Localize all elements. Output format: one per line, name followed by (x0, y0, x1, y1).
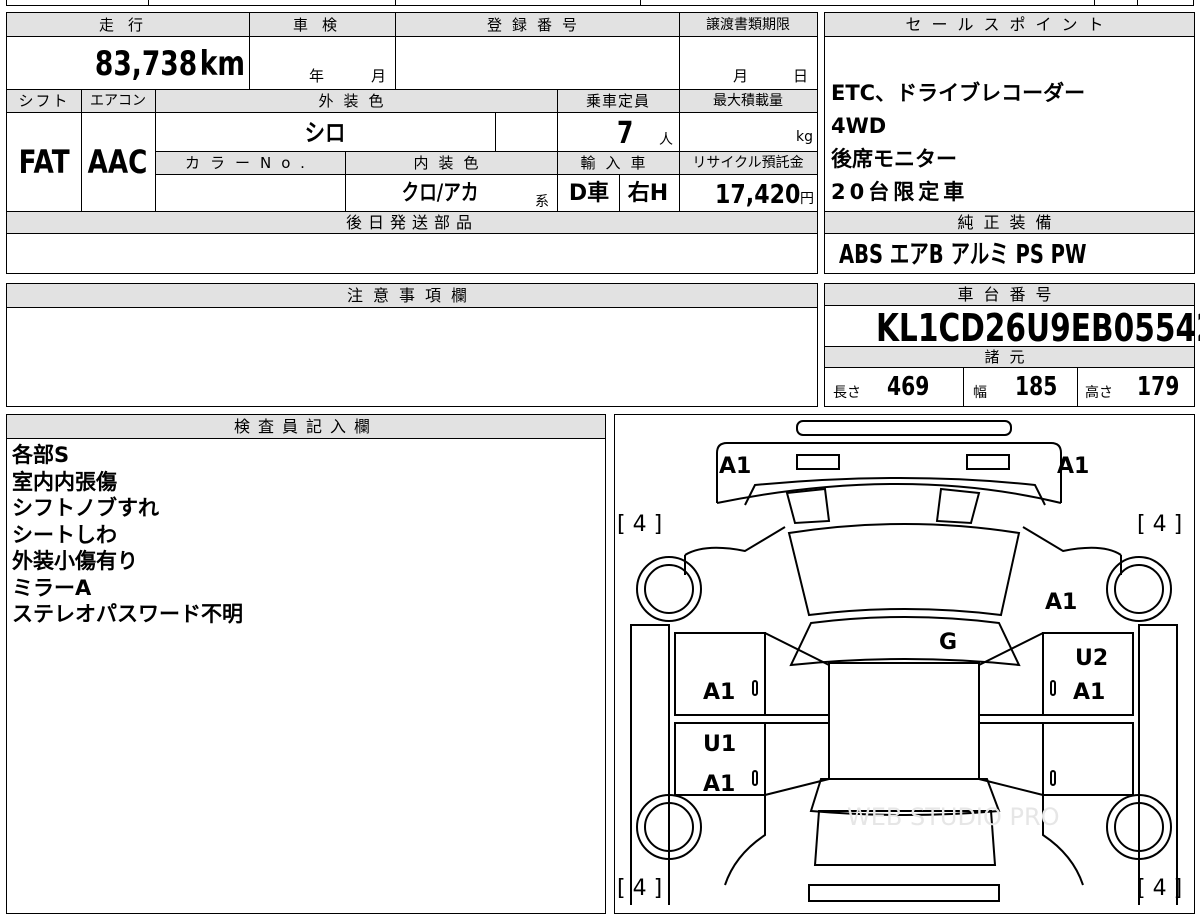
inspector-box: 検査員記入欄 各部S 室内内張傷 シフトノブすれ シートしわ 外装小傷有り ミラ… (6, 414, 606, 914)
sales-point-1: ETC、ドライブレコーダー (831, 81, 1086, 105)
max-load-value: kg (796, 129, 813, 145)
spec-height-label: 高さ (1085, 385, 1113, 401)
transfer-deadline-header: 譲渡書類期限 (706, 17, 790, 33)
spec-length-label: 長さ (833, 385, 861, 401)
aircon-header: エアコン (90, 93, 146, 109)
sales-point-box: セールスポイント ETC、ドライブレコーダー 4WD 後席モニター 20台限定車 (824, 12, 1195, 212)
exterior-color-header: 外装色 (318, 92, 394, 110)
mark-front-left: A1 (719, 454, 751, 479)
mileage-header: 走行 (98, 16, 157, 34)
import-header: 輸入車 (580, 154, 656, 172)
shaken-header: 車検 (292, 16, 351, 34)
sales-point-3: 後席モニター (831, 147, 957, 171)
vehicle-info-table: 走行 車検 登録番号 譲渡書類期限 83,738km 年 月 月 日 シフト エ… (6, 12, 818, 212)
mark-tire-top-right: [ 4 ] (1137, 512, 1182, 537)
equipment-value: ABS エアB アルミ PS PW (839, 240, 1087, 270)
inspector-notes: 各部S 室内内張傷 シフトノブすれ シートしわ 外装小傷有り ミラーA ステレオ… (12, 442, 243, 628)
specs-header: 諸元 (984, 348, 1035, 366)
mark-tire-bottom-left: [ 4 ] (617, 876, 662, 901)
car-diagram-box: WEB STUDIO PRO A1 A1 [ 4 ] [ 4 ] [ 4 ] [… (614, 414, 1195, 914)
spec-width-label: 幅 (973, 385, 987, 401)
mark-tire-bottom-right: [ 4 ] (1137, 876, 1182, 901)
spec-length-value: 469 (887, 372, 930, 402)
chassis-header: 車台番号 (825, 284, 1194, 306)
top-strip (0, 0, 1200, 8)
mark-left-front-door: A1 (703, 680, 735, 705)
shift-header: シフト (18, 92, 70, 110)
mileage-value: 83,738km (94, 44, 245, 84)
mark-windshield: G (939, 630, 957, 655)
diagram-watermark: WEB STUDIO PRO (847, 803, 1060, 831)
note-1: 各部S (12, 443, 70, 467)
color-no-header: カラーNo. (185, 154, 315, 172)
max-load-header: 最大積載量 (713, 93, 783, 109)
aircon-value: AAC (88, 143, 148, 181)
mark-right-fender: A1 (1045, 590, 1077, 615)
chassis-box: 車台番号 KL1CD26U9EB055428 諸元 長さ 469 幅 185 高… (824, 283, 1200, 407)
mark-right-front-door-2: A1 (1073, 680, 1105, 705)
capacity-value: 7 人 (617, 116, 673, 151)
handle-value: 右H (627, 181, 669, 206)
note-6: ミラーA (12, 575, 92, 600)
mark-left-rear-door-2: A1 (703, 772, 735, 797)
recycle-value: 17,420円 (714, 180, 814, 210)
mark-right-front-door-1: U2 (1075, 646, 1108, 671)
genuine-equipment-header: 純正装備 (825, 212, 1194, 234)
registration-header: 登録番号 (486, 16, 587, 34)
kei-unit: 系 (535, 194, 549, 210)
spec-width-value: 185 (1015, 372, 1058, 402)
post-parts-box: 後日発送部品 (6, 211, 818, 274)
note-3: シフトノブすれ (12, 496, 159, 520)
note-2: 室内内張傷 (12, 469, 117, 494)
capacity-header: 乗車定員 (585, 92, 650, 110)
mark-left-rear-door-1: U1 (703, 732, 736, 757)
deadline-day-unit: 日 (793, 67, 809, 85)
note-7: ステレオパスワード不明 (12, 602, 243, 626)
note-5: 外装小傷有り (12, 549, 138, 573)
note-4: シートしわ (12, 522, 117, 547)
post-parts-header: 後日発送部品 (7, 212, 817, 234)
recycle-header: リサイクル預託金 (692, 155, 804, 171)
inspector-header: 検査員記入欄 (7, 415, 605, 439)
shaken-month-unit: 月 (371, 67, 387, 85)
sales-point-header: セールスポイント (825, 13, 1194, 37)
mark-front-right: A1 (1057, 454, 1089, 479)
interior-color-value: クロ/アカ (401, 181, 479, 206)
deadline-month-unit: 月 (733, 67, 749, 85)
mark-tire-top-left: [ 4 ] (617, 512, 662, 537)
chassis-number: KL1CD26U9EB055428 (875, 306, 1200, 350)
sales-point-2: 4WD (831, 114, 887, 138)
exterior-color-value: シロ (304, 119, 346, 147)
shaken-year-unit: 年 (309, 67, 325, 85)
interior-color-header: 内装色 (413, 154, 489, 172)
spec-height-value: 179 (1137, 372, 1180, 402)
shift-value: FAT (18, 143, 70, 181)
genuine-equipment-box: 純正装備 ABS エアB アルミ PS PW (824, 211, 1195, 274)
caution-header: 注意事項欄 (7, 284, 817, 308)
car-diagram: WEB STUDIO PRO A1 A1 [ 4 ] [ 4 ] [ 4 ] [… (617, 420, 1182, 905)
import-type-value: D車 (568, 181, 610, 206)
caution-box: 注意事項欄 (6, 283, 818, 407)
sales-point-4: 20台限定車 (831, 180, 969, 204)
